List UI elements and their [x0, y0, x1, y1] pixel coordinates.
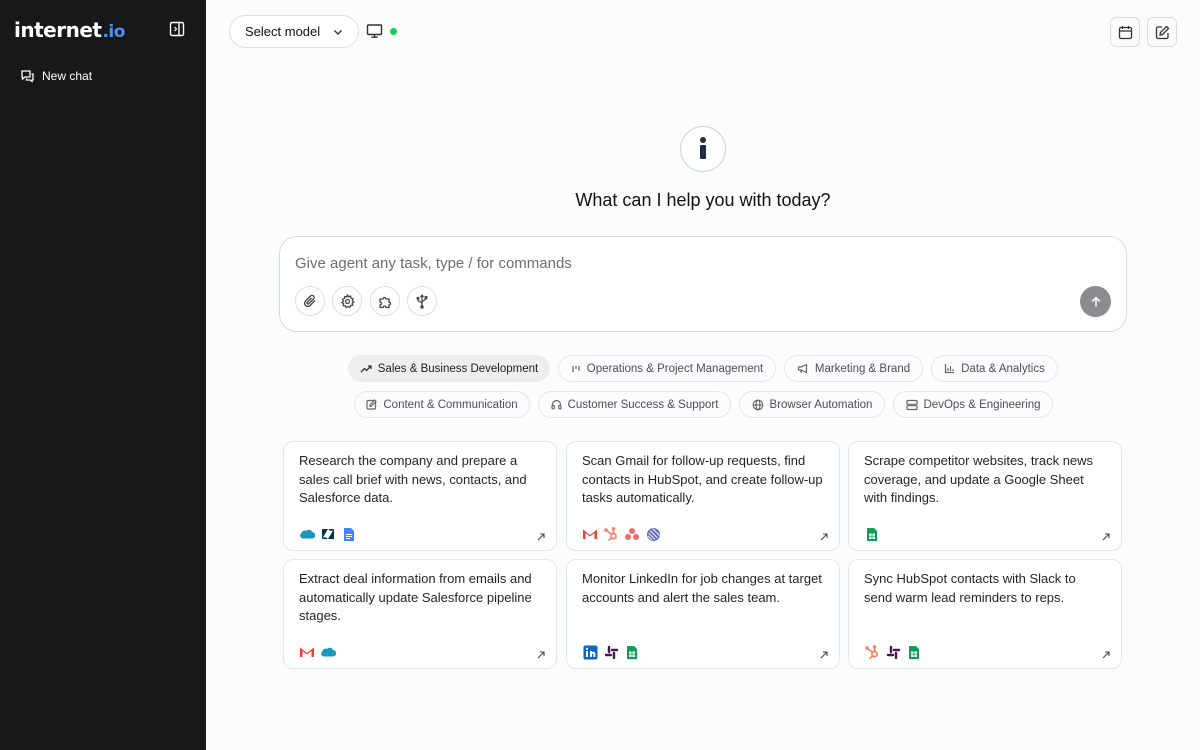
usb-icon: [416, 293, 428, 309]
task-card-apps: [864, 644, 922, 660]
category-chip-label: Operations & Project Management: [586, 362, 764, 375]
server-icon: [905, 399, 918, 410]
task-card-apps: [582, 526, 661, 542]
puzzle-icon: [378, 296, 391, 308]
gear-icon: [340, 293, 355, 309]
task-card[interactable]: Scan Gmail for follow-up requests, find …: [566, 441, 840, 551]
new-chat-button[interactable]: New chat: [20, 66, 92, 86]
attach-button[interactable]: [295, 286, 325, 316]
task-card-apps: [864, 526, 880, 542]
kanban-icon: [572, 365, 580, 372]
integrations-button[interactable]: [370, 286, 400, 316]
globe-icon: [752, 399, 763, 410]
category-chip-label: Data & Analytics: [961, 362, 1045, 375]
edit-icon: [1155, 25, 1169, 39]
sidebar: internet.io New chat: [0, 0, 206, 750]
assistant-logo: [680, 126, 726, 172]
page-title: What can I help you with today?: [575, 190, 831, 210]
salesforce-icon: [320, 644, 336, 660]
headphones-icon: [550, 399, 562, 410]
category-chip-devops[interactable]: DevOps & Engineering: [893, 391, 1053, 418]
category-chip-label: Marketing & Brand: [814, 362, 911, 375]
gmail-icon: [299, 644, 315, 660]
new-task-button[interactable]: [1147, 17, 1177, 47]
info-i-icon: [700, 137, 706, 159]
model-select-label: Select model: [245, 24, 321, 39]
category-chip-content[interactable]: Content & Communication: [354, 391, 530, 418]
task-card[interactable]: Sync HubSpot contacts with Slack to send…: [848, 559, 1122, 669]
calendar-icon: [1118, 25, 1132, 39]
task-card-text: Scan Gmail for follow-up requests, find …: [582, 453, 823, 506]
chat-bubble-icon: [21, 70, 34, 83]
google-sheets-icon: [864, 526, 880, 542]
settings-button[interactable]: [332, 286, 362, 316]
hubspot-icon: [864, 644, 880, 660]
arrow-up-right-icon: [537, 533, 545, 541]
task-card-apps: [582, 644, 640, 660]
task-card-apps: [299, 644, 336, 660]
arrow-up-right-icon: [1102, 651, 1110, 659]
category-chip-label: Customer Success & Support: [567, 398, 719, 411]
prompt-box: [279, 236, 1127, 332]
task-card[interactable]: Extract deal information from emails and…: [283, 559, 557, 669]
task-card-text: Research the company and prepare a sales…: [299, 453, 527, 506]
model-select[interactable]: Select model: [229, 15, 359, 48]
send-button[interactable]: [1080, 286, 1111, 317]
trending-up-icon: [360, 364, 372, 372]
task-card-text: Sync HubSpot contacts with Slack to send…: [864, 571, 1076, 605]
category-chip-data[interactable]: Data & Analytics: [931, 355, 1058, 382]
logo-tld: .io: [102, 22, 125, 42]
google-sheets-icon: [906, 644, 922, 660]
new-chat-label: New chat: [42, 69, 93, 83]
linear-icon: [645, 526, 661, 542]
edit-icon: [366, 399, 378, 410]
arrow-up-icon: [1091, 296, 1100, 306]
category-chip-label: Sales & Business Development: [377, 362, 539, 375]
category-chip-customer-success[interactable]: Customer Success & Support: [538, 391, 731, 418]
category-chip-operations[interactable]: Operations & Project Management: [558, 355, 776, 382]
calendar-button[interactable]: [1110, 17, 1140, 47]
zendesk-icon: [320, 526, 336, 542]
connectors-button[interactable]: [407, 286, 437, 316]
task-card-apps: [299, 526, 357, 542]
megaphone-icon: [797, 363, 807, 374]
slack-icon: [603, 644, 619, 660]
task-card-text: Monitor LinkedIn for job changes at targ…: [582, 571, 822, 605]
connection-status-dot: [390, 28, 397, 35]
task-card-text: Scrape competitor websites, track news c…: [864, 453, 1094, 506]
category-chip-browser-automation[interactable]: Browser Automation: [739, 391, 885, 418]
category-chip-marketing[interactable]: Marketing & Brand: [784, 355, 923, 382]
hubspot-icon: [603, 526, 619, 542]
paperclip-icon: [303, 294, 316, 308]
task-card[interactable]: Research the company and prepare a sales…: [283, 441, 557, 551]
google-docs-icon: [341, 526, 357, 542]
category-chip-sales[interactable]: Sales & Business Development: [348, 355, 550, 382]
arrow-up-right-icon: [537, 651, 545, 659]
linkedin-icon: [582, 644, 598, 660]
sidebar-toggle-icon: [169, 21, 185, 37]
category-chip-label: Browser Automation: [769, 398, 873, 411]
task-card-text: Extract deal information from emails and…: [299, 571, 532, 624]
category-chip-label: DevOps & Engineering: [923, 398, 1041, 411]
slack-icon: [885, 644, 901, 660]
prompt-input[interactable]: [295, 255, 1075, 272]
bar-chart-icon: [945, 364, 955, 374]
collapse-sidebar-button[interactable]: [168, 20, 186, 38]
task-card[interactable]: Scrape competitor websites, track news c…: [848, 441, 1122, 551]
salesforce-icon: [299, 526, 315, 542]
task-card[interactable]: Monitor LinkedIn for job changes at targ…: [566, 559, 840, 669]
chevron-down-icon: [332, 26, 344, 38]
monitor-icon[interactable]: [366, 23, 383, 39]
logo[interactable]: internet.io: [14, 19, 125, 43]
arrow-up-right-icon: [820, 533, 828, 541]
arrow-up-right-icon: [820, 651, 828, 659]
google-sheets-icon: [624, 644, 640, 660]
asana-icon: [624, 526, 640, 542]
logo-main: internet: [14, 18, 102, 42]
arrow-up-right-icon: [1102, 533, 1110, 541]
category-chip-label: Content & Communication: [383, 398, 518, 411]
gmail-icon: [582, 526, 598, 542]
